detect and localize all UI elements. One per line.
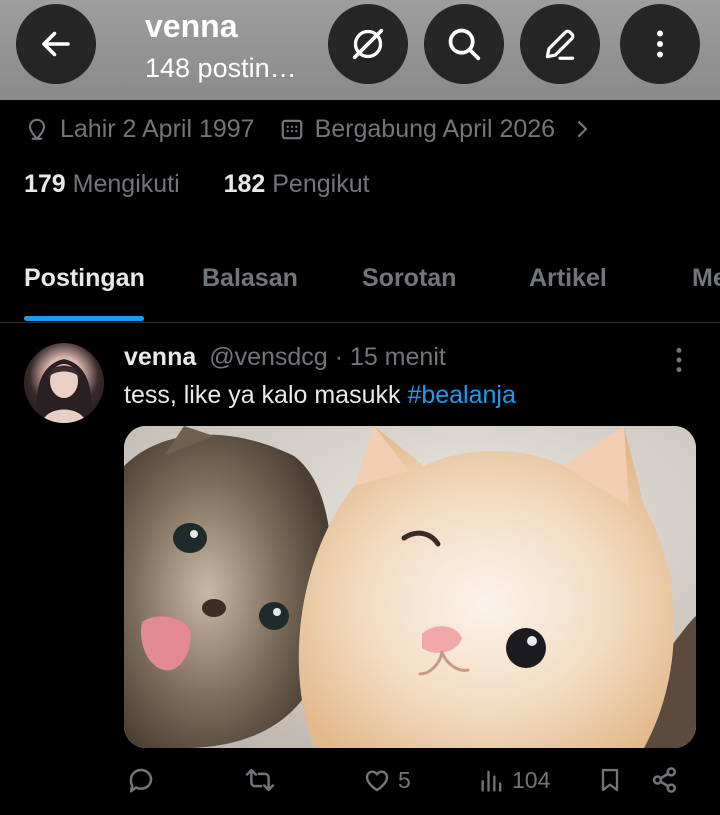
pencil-icon <box>545 29 575 60</box>
hashtag-link[interactable]: #bealanja <box>407 381 515 409</box>
followers-count: 182 <box>223 170 266 198</box>
profile-tabs: Postingan Balasan Sorotan Artikel Me <box>0 236 720 323</box>
tab-media[interactable]: Me <box>692 264 720 293</box>
tab-sorotan[interactable]: Sorotan <box>362 264 456 293</box>
bookmark-button[interactable] <box>596 765 624 795</box>
chevron-right-icon[interactable] <box>573 117 593 141</box>
profile-name: venna <box>145 8 238 44</box>
location-pin-icon <box>24 116 50 142</box>
profile-meta: Lahir 2 April 1997 Bergabung April 2026 <box>24 112 593 146</box>
search-button[interactable] <box>424 4 504 84</box>
following-label: Mengikuti <box>72 170 180 198</box>
search-icon <box>448 28 481 61</box>
post-header: venna @vensdcg · 15 menit <box>124 343 446 372</box>
active-tab-indicator <box>24 316 144 321</box>
followers-link[interactable]: 182 Pengikut <box>224 170 370 198</box>
post-body: tess, like ya kalo masukk <box>124 381 408 409</box>
calendar-icon <box>279 116 305 142</box>
reply-icon <box>129 768 153 793</box>
post-text: tess, like ya kalo masukk #bealanja <box>124 381 516 410</box>
repost-icon <box>245 768 275 792</box>
more-vertical-icon <box>676 347 682 373</box>
following-link[interactable]: 179 Mengikuti <box>24 170 180 198</box>
repost-button[interactable] <box>244 765 276 795</box>
tab-postingan[interactable]: Postingan <box>24 264 145 293</box>
birth-date: Lahir 2 April 1997 <box>60 114 255 143</box>
post-image[interactable] <box>124 426 696 748</box>
share-icon <box>652 767 676 793</box>
join-date: Bergabung April 2026 <box>314 114 556 143</box>
tab-balasan[interactable]: Balasan <box>202 264 298 293</box>
back-button[interactable] <box>16 4 96 84</box>
reply-button[interactable] <box>126 765 156 795</box>
like-button[interactable]: 5 <box>362 765 411 795</box>
follow-stats: 179 Mengikuti 182 Pengikut <box>24 170 370 199</box>
like-count: 5 <box>398 766 411 793</box>
heart-icon <box>365 770 389 792</box>
views-button[interactable]: 104 <box>478 765 550 795</box>
post-author-name[interactable]: venna <box>124 343 196 371</box>
view-count: 104 <box>512 766 551 793</box>
post-count: 148 postin… <box>145 53 297 83</box>
tab-artikel[interactable]: Artikel <box>529 264 607 293</box>
avatar[interactable] <box>24 343 104 423</box>
share-button[interactable] <box>650 765 680 795</box>
followers-label: Pengikut <box>272 170 370 198</box>
bar-chart-icon <box>481 770 502 792</box>
post-actions: 5 104 <box>0 765 720 805</box>
post-handle-time: @vensdcg · 15 menit <box>209 343 446 371</box>
slash-circle-icon <box>352 28 384 60</box>
arrow-left-icon <box>42 31 70 57</box>
following-count: 179 <box>24 170 66 198</box>
more-options-button[interactable] <box>620 4 700 84</box>
more-vertical-icon <box>657 30 663 58</box>
bookmark-icon <box>601 768 619 792</box>
profile-header: venna 148 postin… <box>0 0 720 100</box>
post-more-button[interactable] <box>666 345 692 380</box>
edit-profile-button[interactable] <box>520 4 600 84</box>
grok-button[interactable] <box>328 4 408 84</box>
